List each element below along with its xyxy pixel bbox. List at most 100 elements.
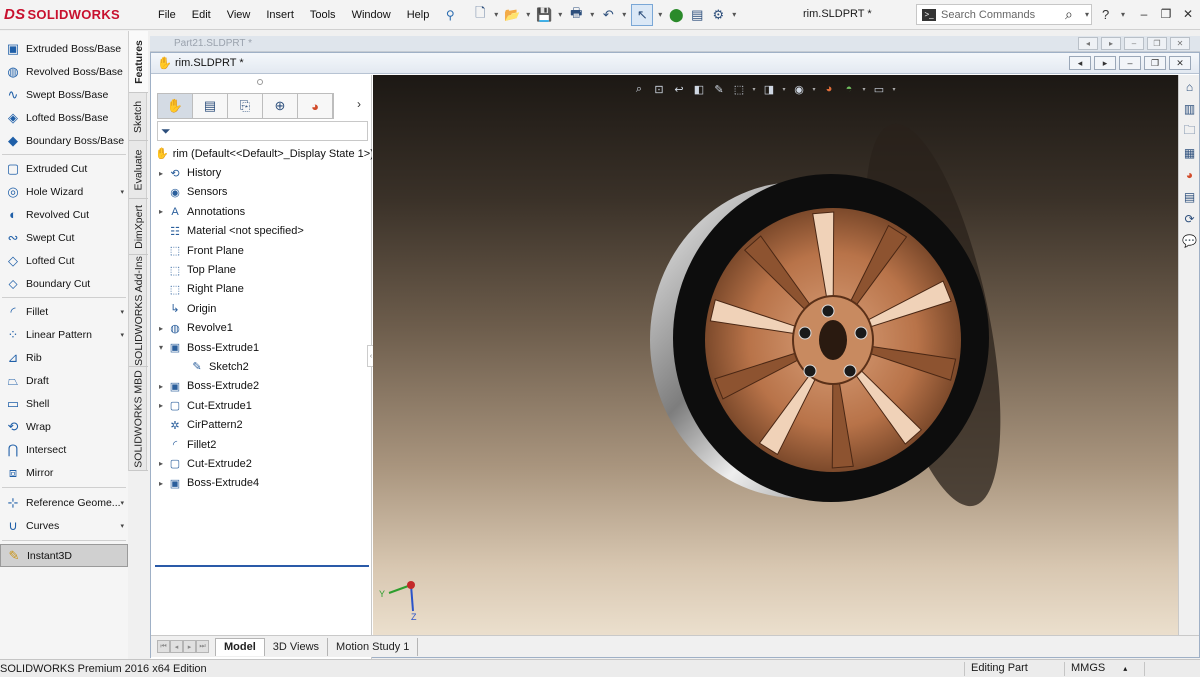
- command-swept-cut[interactable]: ∾ Swept Cut: [0, 226, 128, 249]
- unit-chevron-up-icon[interactable]: ▴: [1123, 664, 1127, 673]
- next-tab-icon[interactable]: ▸: [183, 640, 196, 653]
- expand-icon[interactable]: ▸: [155, 479, 167, 488]
- rebuild-icon[interactable]: ⬤: [667, 4, 685, 26]
- menu-insert[interactable]: Insert: [258, 9, 302, 21]
- print-dropdown-icon[interactable]: ▾: [588, 4, 596, 26]
- command-rib[interactable]: ⊿ Rib: [0, 346, 128, 369]
- tab-solidworks-mbd[interactable]: SOLIDWORKS MBD: [129, 367, 148, 471]
- model-render[interactable]: [373, 75, 1178, 635]
- prev-window-icon[interactable]: ◂: [1069, 56, 1091, 70]
- expand-icon[interactable]: ▸: [155, 382, 167, 391]
- new-icon[interactable]: 🗋: [471, 4, 489, 26]
- prev-tab-icon[interactable]: ◂: [170, 640, 183, 653]
- tree-item[interactable]: ▸ ▢ Cut-Extrude2: [151, 454, 372, 473]
- tree-item[interactable]: ✎ Sketch2: [151, 357, 372, 376]
- save-dropdown-icon[interactable]: ▾: [556, 4, 564, 26]
- expand-icon[interactable]: ▸: [155, 169, 167, 178]
- open-icon[interactable]: 📂: [503, 4, 521, 26]
- command-linear-pattern[interactable]: ⁘ Linear Pattern ▾: [0, 323, 128, 346]
- tree-item[interactable]: ⬚ Top Plane: [151, 260, 372, 279]
- command-extruded-cut[interactable]: ▢ Extruded Cut: [0, 157, 128, 180]
- background-document-window[interactable]: Part21.SLDPRT * ◂ ▸ – ❐ ✕: [150, 36, 1200, 52]
- restore-icon[interactable]: ❐: [1144, 56, 1166, 70]
- command-boundary-cut[interactable]: ⬦ Boundary Cut: [0, 272, 128, 295]
- solidworks-resources-icon[interactable]: 💬: [1180, 231, 1199, 251]
- chevron-down-icon[interactable]: ▾: [120, 308, 124, 316]
- command-boundary-boss[interactable]: ◆ Boundary Boss/Base: [0, 129, 128, 152]
- menu-file[interactable]: File: [150, 9, 184, 21]
- pin-menu-icon[interactable]: ⚲: [441, 8, 459, 22]
- new-dropdown-icon[interactable]: ▾: [492, 4, 500, 26]
- tab-dimxpert[interactable]: DimXpert: [129, 199, 148, 255]
- custom-properties-icon[interactable]: ▤: [1180, 187, 1199, 207]
- save-icon[interactable]: 💾: [535, 4, 553, 26]
- view-palette-icon[interactable]: ▦: [1180, 143, 1199, 163]
- command-lofted-cut[interactable]: ◇ Lofted Cut: [0, 249, 128, 272]
- tree-item[interactable]: ☷ Material <not specified>: [151, 222, 372, 241]
- select-icon[interactable]: ↖: [631, 3, 654, 26]
- command-revolved-cut[interactable]: ◐ Revolved Cut: [0, 203, 128, 226]
- tree-item[interactable]: ▸ ▣ Boss-Extrude4: [151, 474, 372, 493]
- tree-item[interactable]: ◜ Fillet2: [151, 435, 372, 454]
- tree-item[interactable]: ⬚ Right Plane: [151, 280, 372, 299]
- command-curves[interactable]: ∪ Curves ▾: [0, 514, 128, 537]
- chevron-down-icon[interactable]: ▾: [120, 188, 124, 196]
- graphics-area[interactable]: ⌕ ⊡ ↩ ◧ ✎ ⬚ ▾ ◨ ▾ ◉ ▾ ◕ ◓ ▾ ▭ ▾ Y Z: [373, 75, 1178, 635]
- command-shell[interactable]: ▭ Shell: [0, 392, 128, 415]
- tab-3d-views[interactable]: 3D Views: [265, 637, 329, 656]
- restore-icon[interactable]: ❐: [1147, 37, 1167, 50]
- last-tab-icon[interactable]: ⏭: [196, 640, 209, 653]
- tree-item[interactable]: ◉ Sensors: [151, 183, 372, 202]
- chevron-down-icon[interactable]: ▾: [120, 499, 124, 507]
- prev-window-icon[interactable]: ◂: [1078, 37, 1098, 50]
- menu-tools[interactable]: Tools: [302, 9, 344, 21]
- file-properties-icon[interactable]: ▤: [688, 4, 706, 26]
- command-lofted-boss[interactable]: ◈ Lofted Boss/Base: [0, 106, 128, 129]
- command-intersect[interactable]: ⋂ Intersect: [0, 438, 128, 461]
- search-input[interactable]: Search Commands: [941, 9, 1065, 21]
- displaymanager-tab-icon[interactable]: ◕: [298, 94, 333, 118]
- open-dropdown-icon[interactable]: ▾: [524, 4, 532, 26]
- first-tab-icon[interactable]: ⏮: [157, 640, 170, 653]
- options-icon[interactable]: ⚙: [709, 4, 727, 26]
- chevron-down-icon[interactable]: ▾: [120, 522, 124, 530]
- command-swept-boss[interactable]: ∿ Swept Boss/Base: [0, 83, 128, 106]
- minimize-icon[interactable]: –: [1119, 56, 1141, 70]
- command-mirror[interactable]: ⧈ Mirror: [0, 461, 128, 484]
- command-hole-wizard[interactable]: ◎ Hole Wizard ▾: [0, 180, 128, 203]
- expand-icon[interactable]: ▸: [155, 207, 167, 216]
- propertymanager-tab-icon[interactable]: ▤: [193, 94, 228, 118]
- search-icon[interactable]: ⌕: [1065, 6, 1083, 23]
- print-icon[interactable]: 🖶: [567, 4, 585, 26]
- menu-view[interactable]: View: [219, 9, 259, 21]
- tree-root[interactable]: ✋ rim (Default<<Default>_Display State 1…: [151, 144, 372, 163]
- next-window-icon[interactable]: ▸: [1101, 37, 1121, 50]
- tree-item[interactable]: ▸ ▢ Cut-Extrude1: [151, 396, 372, 415]
- design-library-icon[interactable]: ▥: [1180, 99, 1199, 119]
- close-icon[interactable]: ✕: [1178, 4, 1198, 24]
- close-icon[interactable]: ✕: [1170, 37, 1190, 50]
- chevron-right-icon[interactable]: ›: [357, 97, 361, 111]
- tab-evaluate[interactable]: Evaluate: [129, 141, 148, 199]
- command-wrap[interactable]: ⟲ Wrap: [0, 415, 128, 438]
- menu-edit[interactable]: Edit: [184, 9, 219, 21]
- tree-item[interactable]: ✲ CirPattern2: [151, 415, 372, 434]
- chevron-down-icon[interactable]: ▾: [120, 331, 124, 339]
- solidworks-forum-icon[interactable]: ⟳: [1180, 209, 1199, 229]
- next-window-icon[interactable]: ▸: [1094, 56, 1116, 70]
- home-icon[interactable]: ⌂: [1180, 77, 1199, 97]
- expand-icon[interactable]: ▸: [155, 459, 167, 468]
- tree-item[interactable]: ▾ ▣ Boss-Extrude1: [151, 338, 372, 357]
- undo-dropdown-icon[interactable]: ▾: [620, 4, 628, 26]
- command-instant3d[interactable]: ✎ Instant3D: [0, 544, 128, 567]
- search-dropdown-icon[interactable]: ▾: [1083, 4, 1091, 26]
- undo-icon[interactable]: ↶: [599, 4, 617, 26]
- options-dropdown-icon[interactable]: ▾: [730, 4, 738, 26]
- tree-item[interactable]: ⬚ Front Plane: [151, 241, 372, 260]
- menu-window[interactable]: Window: [344, 9, 399, 21]
- tab-features[interactable]: Features: [129, 31, 148, 93]
- dimxpertmanager-tab-icon[interactable]: ⊕: [263, 94, 298, 118]
- tab-motion-study-1[interactable]: Motion Study 1: [328, 637, 419, 656]
- tab-solidworks-add-ins[interactable]: SOLIDWORKS Add-Ins: [129, 255, 148, 367]
- collapse-icon[interactable]: ▾: [155, 343, 167, 352]
